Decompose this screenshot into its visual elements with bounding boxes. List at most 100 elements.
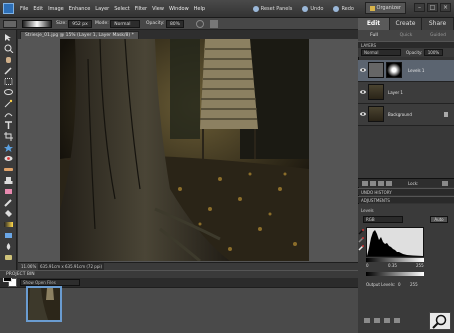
layer-opacity-input[interactable]: 100%	[423, 49, 444, 56]
menu-filter[interactable]: Filter	[135, 4, 147, 14]
input-white-value[interactable]: 255	[416, 263, 424, 268]
eye-icon[interactable]	[360, 111, 366, 117]
gray-point-eyedropper-icon[interactable]	[358, 237, 364, 243]
new-group-icon[interactable]	[370, 181, 376, 186]
new-layer-icon[interactable]	[362, 181, 368, 186]
marquee-tool-icon[interactable]	[3, 77, 14, 86]
black-point-eyedropper-icon[interactable]	[358, 229, 364, 235]
project-bin-select[interactable]: Show Open Files	[20, 279, 80, 286]
eyedropper-tool-icon[interactable]	[3, 66, 14, 75]
opacity-input[interactable]: 80%	[165, 20, 184, 28]
view-previous-icon[interactable]	[374, 318, 380, 323]
subtab-guided[interactable]: Guided	[422, 30, 454, 41]
menu-enhance[interactable]: Enhance	[69, 4, 91, 14]
reset-adjustment-icon[interactable]	[384, 318, 390, 323]
layer-row[interactable]: Layer 1	[358, 82, 454, 104]
document-tab[interactable]: Striesje_01.jpg @ 15% (Layer 1, Layer Ma…	[20, 31, 139, 39]
paint-bucket-tool-icon[interactable]	[3, 209, 14, 218]
eye-icon[interactable]	[360, 67, 366, 73]
shape-tool-icon[interactable]	[3, 231, 14, 240]
subtab-quick[interactable]: Quick	[390, 30, 422, 41]
mode-select[interactable]: Normal	[110, 20, 141, 28]
redo-button[interactable]: Redo	[333, 3, 354, 15]
lasso-tool-icon[interactable]	[3, 88, 14, 97]
brush-settings-icon[interactable]	[210, 20, 218, 28]
magic-wand-tool-icon[interactable]	[3, 99, 14, 108]
input-levels-slider[interactable]	[366, 258, 424, 262]
menu-select[interactable]: Select	[114, 4, 129, 14]
undo-button[interactable]: Undo	[302, 3, 323, 15]
zoom-magnifier-icon[interactable]	[429, 312, 451, 330]
menu-edit[interactable]: Edit	[33, 4, 43, 14]
cookie-cutter-tool-icon[interactable]	[3, 143, 14, 152]
hand-tool-icon[interactable]	[3, 55, 14, 64]
menu-window[interactable]: Window	[169, 4, 189, 14]
zoom-level[interactable]: 11.06%	[21, 263, 36, 270]
menu-layer[interactable]: Layer	[95, 4, 109, 14]
input-gamma-value[interactable]: 0.35	[388, 263, 397, 268]
auto-button[interactable]: Auto	[430, 216, 448, 223]
input-black-value[interactable]: 0	[366, 263, 369, 268]
gradient-tool-icon[interactable]	[3, 220, 14, 229]
gradient-preview[interactable]	[22, 20, 52, 28]
blur-tool-icon[interactable]	[3, 242, 14, 251]
project-bin-header[interactable]: PROJECT BIN	[0, 270, 358, 278]
layer-row[interactable]: Background	[358, 104, 454, 126]
size-input[interactable]: 952 px	[68, 20, 92, 28]
layer-row[interactable]: Levels 1	[358, 60, 454, 82]
subtab-full[interactable]: Full	[358, 30, 390, 41]
menu-file[interactable]: File	[20, 4, 28, 14]
airbrush-icon[interactable]	[196, 20, 204, 28]
maximize-icon[interactable]: □	[427, 3, 438, 12]
blend-mode-select[interactable]: Normal	[361, 49, 401, 56]
undo-history-header[interactable]: UNDO HISTORY	[358, 188, 454, 195]
white-point-eyedropper-icon[interactable]	[358, 245, 364, 251]
tab-edit[interactable]: Edit	[358, 18, 390, 30]
zoom-tool-icon[interactable]	[3, 44, 14, 53]
menu-view[interactable]: View	[152, 4, 164, 14]
sponge-tool-icon[interactable]	[3, 253, 14, 262]
new-adjustment-icon[interactable]	[378, 181, 384, 186]
size-control: Size: 952 px	[56, 20, 92, 28]
lock-icon	[444, 112, 448, 117]
layers-panel-header[interactable]: LAYERS	[358, 41, 454, 48]
tab-create[interactable]: Create	[390, 18, 422, 30]
brush-tool-icon[interactable]	[3, 20, 17, 28]
menu-image[interactable]: Image	[48, 4, 64, 14]
close-icon[interactable]: ×	[440, 3, 451, 12]
move-tool-icon[interactable]	[3, 33, 14, 42]
add-mask-icon[interactable]	[386, 181, 392, 186]
type-tool-icon[interactable]	[3, 121, 14, 130]
toggle-visibility-icon[interactable]	[394, 318, 400, 323]
eraser-tool-icon[interactable]	[3, 187, 14, 196]
tab-share[interactable]: Share	[422, 18, 454, 30]
channel-select[interactable]: RGB	[363, 216, 403, 223]
red-eye-tool-icon[interactable]	[3, 154, 14, 163]
brush-tool-icon[interactable]	[3, 198, 14, 207]
open-file-thumbnail[interactable]	[26, 286, 62, 322]
quick-selection-tool-icon[interactable]	[3, 110, 14, 119]
lock-label: Lock:	[408, 181, 419, 186]
output-levels-slider[interactable]	[366, 272, 424, 276]
adjustments-header[interactable]: ADJUSTMENTS	[358, 196, 454, 203]
document-canvas[interactable]	[60, 39, 309, 261]
crop-tool-icon[interactable]	[3, 132, 14, 141]
delete-layer-icon[interactable]	[442, 181, 448, 186]
reset-panels-button[interactable]: Reset Panels	[252, 3, 292, 15]
output-black-value[interactable]: 0	[398, 282, 401, 287]
undo-icon	[302, 6, 309, 12]
organizer-button[interactable]: Organizer	[364, 2, 406, 14]
output-white-value[interactable]: 255	[410, 282, 418, 287]
layers-footer: Lock:	[358, 178, 454, 187]
minimize-icon[interactable]: –	[414, 3, 425, 12]
healing-brush-tool-icon[interactable]	[3, 165, 14, 174]
layer-mask-thumbnail[interactable]	[386, 62, 402, 78]
clone-stamp-tool-icon[interactable]	[3, 176, 14, 185]
menu-bar: File Edit Image Enhance Layer Select Fil…	[0, 0, 454, 18]
menu-help[interactable]: Help	[194, 4, 205, 14]
layer-controls: Normal Opacity: 100%	[358, 48, 454, 57]
eye-icon[interactable]	[360, 89, 366, 95]
project-bin-title: PROJECT BIN	[6, 272, 35, 277]
layer-thumbnail	[368, 84, 384, 100]
clip-to-layer-icon[interactable]	[364, 318, 370, 323]
